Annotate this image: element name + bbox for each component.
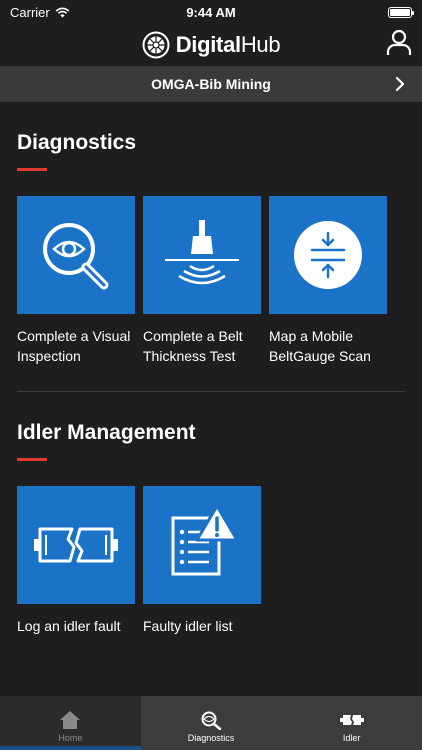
tab-diagnostics-label: Diagnostics <box>187 733 235 743</box>
beltgauge-scan-tile-icon <box>269 196 387 314</box>
battery-icon <box>388 6 414 18</box>
brand: DigitalHub <box>142 31 281 59</box>
status-left: Carrier <box>10 5 70 20</box>
tab-idler-label: Idler <box>342 733 361 743</box>
log-idler-fault-label: Log an idler fault <box>17 618 121 634</box>
brand-title: DigitalHub <box>176 32 281 58</box>
brand-title-bold: Digital <box>175 32 241 57</box>
warning-list-icon <box>171 504 239 576</box>
ultrasonic-probe-icon <box>165 220 239 285</box>
idler-section-title: Idler Management <box>17 421 196 444</box>
brand-logo-icon <box>142 31 170 59</box>
diagnostics-title-underline <box>17 168 47 171</box>
faulty-idler-list-tile-icon <box>143 486 261 604</box>
visual-inspection-tile-icon <box>17 196 135 314</box>
tab-home-label: Home <box>58 733 83 743</box>
visual-inspection-tile[interactable]: Complete a Visual Inspection <box>17 196 135 366</box>
log-idler-fault-tile[interactable]: Log an idler fault <box>17 486 135 636</box>
beltgauge-scan-tile[interactable]: Map a Mobile BeltGauge Scan <box>269 196 387 366</box>
brand-title-regular: Hub <box>240 32 281 57</box>
beltgauge-scan-label: Map a Mobile BeltGauge Scan <box>269 328 371 364</box>
site-selector[interactable]: OMGA-Bib Mining <box>0 66 422 102</box>
magnifier-eye-icon <box>43 223 109 290</box>
log-idler-fault-tile-icon <box>17 486 135 604</box>
faulty-idler-list-label: Faulty idler list <box>143 618 233 634</box>
visual-inspection-label: Complete a Visual Inspection <box>17 328 131 364</box>
tab-idler[interactable]: Idler <box>281 696 422 750</box>
belt-thickness-tile-icon <box>143 196 261 314</box>
idler-icon <box>339 715 364 725</box>
belt-thickness-label: Complete a Belt Thickness Test <box>143 328 243 364</box>
diagnostics-icon <box>201 711 222 730</box>
chevron-right-icon <box>395 76 405 92</box>
faulty-idler-list-tile[interactable]: Faulty idler list <box>143 486 261 636</box>
compress-arrows-icon <box>294 221 362 289</box>
carrier-label: Carrier <box>10 4 50 20</box>
tab-home[interactable]: Home <box>0 696 141 750</box>
home-icon <box>60 711 81 729</box>
broken-idler-icon <box>34 527 118 563</box>
section-divider <box>17 391 405 392</box>
profile-icon[interactable] <box>386 28 412 58</box>
site-name: OMGA-Bib Mining <box>151 76 271 92</box>
wifi-icon <box>55 7 70 17</box>
active-tab-indicator <box>0 746 141 750</box>
status-bar: Carrier 9:44 AM <box>0 0 422 24</box>
diagnostics-section-title: Diagnostics <box>17 131 137 154</box>
tab-diagnostics[interactable]: Diagnostics <box>140 696 282 750</box>
idler-title-underline <box>17 458 47 461</box>
app-header: DigitalHub <box>0 24 422 66</box>
bottom-tab-bar: Home Diagnostics Idler <box>0 696 422 750</box>
belt-thickness-tile[interactable]: Complete a Belt Thickness Test <box>143 196 261 366</box>
